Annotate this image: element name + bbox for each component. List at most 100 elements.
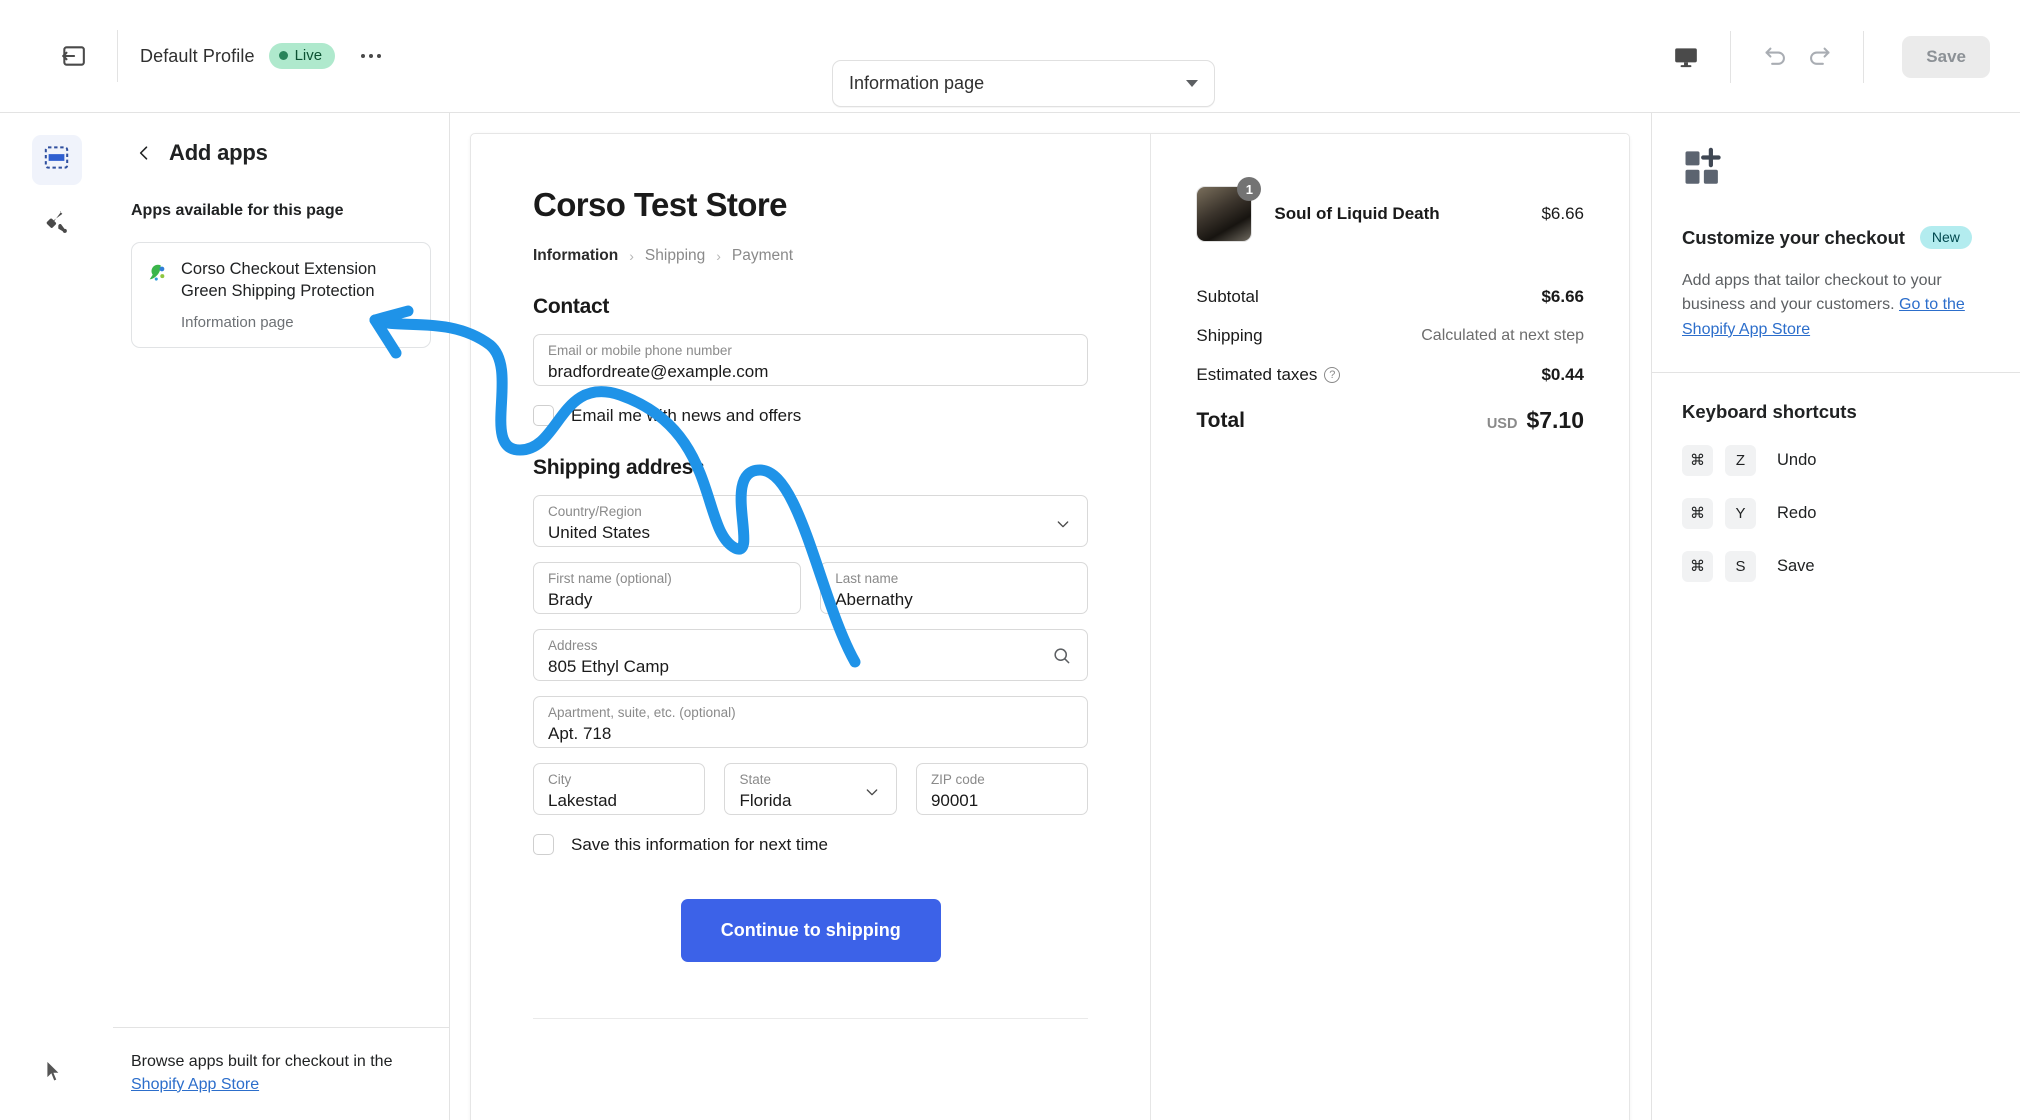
zip-code-value: 90001 (931, 790, 1073, 811)
country-region-value: United States (548, 522, 1073, 543)
address-field[interactable]: Address 805 Ethyl Camp (533, 629, 1088, 681)
paintbrush-icon (43, 210, 70, 242)
country-region-label: Country/Region (548, 504, 1073, 520)
status-badge-label: Live (295, 47, 323, 64)
summary-row-total: Total USD $7.10 (1196, 407, 1584, 434)
panel-header: Add apps (113, 113, 449, 166)
redo-icon[interactable] (1797, 37, 1841, 77)
save-info-row: Save this information for next time (533, 834, 1088, 855)
state-field[interactable]: State Florida (724, 763, 896, 815)
save-info-checkbox[interactable] (533, 834, 554, 855)
summary-row-shipping: Shipping Calculated at next step (1196, 326, 1584, 346)
rail-item-sections[interactable] (32, 135, 82, 185)
customize-body: Add apps that tailor checkout to your bu… (1682, 269, 1990, 342)
city-label: City (548, 772, 690, 788)
breadcrumb-payment[interactable]: Payment (732, 247, 793, 265)
sections-layout-icon (43, 144, 70, 176)
save-info-label: Save this information for next time (571, 835, 828, 855)
apartment-field[interactable]: Apartment, suite, etc. (optional) Apt. 7… (533, 696, 1088, 748)
address-label: Address (548, 638, 1073, 654)
city-field[interactable]: City Lakestad (533, 763, 705, 815)
key-command-icon: ⌘ (1682, 445, 1713, 476)
checkout-frame: Corso Test Store Information › Shipping … (470, 133, 1630, 1120)
shopify-app-store-link[interactable]: Shopify App Store (131, 1076, 259, 1093)
question-mark-icon[interactable]: ? (1324, 367, 1340, 383)
undo-icon[interactable] (1753, 37, 1797, 77)
top-bar: Default Profile Live Information page (0, 0, 2020, 113)
rail-item-appearance[interactable] (32, 201, 82, 251)
breadcrumb: Information › Shipping › Payment (533, 247, 1088, 265)
breadcrumb-shipping[interactable]: Shipping (645, 247, 705, 265)
page-selector-value: Information page (849, 73, 984, 94)
save-button[interactable]: Save (1902, 36, 1990, 78)
shortcut-label-redo: Redo (1777, 504, 1816, 523)
store-title: Corso Test Store (533, 186, 1088, 224)
news-offers-row: Email me with news and offers (533, 405, 1088, 426)
toolbar-divider-2 (1730, 31, 1731, 83)
last-name-label: Last name (835, 571, 1073, 587)
app-card-text: Corso Checkout Extension Green Shipping … (181, 259, 376, 331)
total-label: Total (1196, 409, 1245, 433)
shortcut-label-save: Save (1777, 557, 1815, 576)
zip-code-field[interactable]: ZIP code 90001 (916, 763, 1088, 815)
chevron-left-icon[interactable] (131, 140, 157, 166)
taxes-value: $0.44 (1541, 365, 1584, 385)
email-field-value: bradfordreate@example.com (548, 361, 1073, 382)
toolbar-divider (117, 30, 118, 82)
search-icon[interactable] (1052, 646, 1071, 670)
chevron-down-icon (864, 784, 880, 805)
product-name: Soul of Liquid Death (1274, 204, 1519, 224)
total-currency: USD (1487, 416, 1518, 432)
email-field[interactable]: Email or mobile phone number bradfordrea… (533, 334, 1088, 386)
contact-heading: Contact (533, 295, 1088, 319)
key-z: Z (1725, 445, 1756, 476)
shipping-value: Calculated at next step (1421, 327, 1584, 345)
breadcrumb-separator-icon-2: › (716, 248, 721, 264)
app-card-corso-checkout-extension[interactable]: Corso Checkout Extension Green Shipping … (131, 242, 431, 348)
state-label: State (739, 772, 881, 788)
city-state-zip-row: City Lakestad State Florida ZIP code 900… (533, 748, 1088, 815)
key-command-icon-2: ⌘ (1682, 498, 1713, 529)
new-badge: New (1920, 226, 1972, 249)
customize-title: Customize your checkout (1682, 227, 1905, 249)
first-name-label: First name (optional) (548, 571, 786, 587)
page-title: Add apps (169, 140, 268, 166)
checkout-form-column: Corso Test Store Information › Shipping … (471, 134, 1150, 1120)
product-thumbnail-wrapper: 1 (1196, 186, 1252, 242)
shortcut-row-undo: ⌘ Z Undo (1682, 445, 1990, 476)
shortcut-row-save: ⌘ S Save (1682, 551, 1990, 582)
total-amount: $7.10 (1526, 407, 1584, 433)
last-name-value: Abernathy (835, 589, 1073, 610)
breadcrumb-information[interactable]: Information (533, 247, 618, 265)
corso-leaf-icon (146, 262, 168, 284)
shortcut-row-redo: ⌘ Y Redo (1682, 498, 1990, 529)
city-value: Lakestad (548, 790, 690, 811)
news-offers-label: Email me with news and offers (571, 406, 801, 426)
shipping-address-heading: Shipping address (533, 456, 1088, 480)
exit-to-app-icon[interactable] (51, 34, 95, 78)
first-name-field[interactable]: First name (optional) Brady (533, 562, 801, 614)
email-field-label: Email or mobile phone number (548, 343, 1073, 359)
key-command-icon-3: ⌘ (1682, 551, 1713, 582)
cta-wrapper: Continue to shipping (533, 899, 1088, 962)
panel-divider (1652, 372, 2020, 373)
page-selector[interactable]: Information page (832, 60, 1215, 107)
summary-row-subtotal: Subtotal $6.66 (1196, 287, 1584, 307)
checkout-preview-canvas: Corso Test Store Information › Shipping … (450, 113, 1651, 1120)
news-offers-checkbox[interactable] (533, 405, 554, 426)
product-price: $6.66 (1541, 204, 1584, 224)
chevron-down-icon (1055, 516, 1071, 537)
continue-to-shipping-button[interactable]: Continue to shipping (681, 899, 941, 962)
ellipsis-icon[interactable] (353, 40, 389, 72)
icon-rail (0, 113, 113, 1120)
country-region-field[interactable]: Country/Region United States (533, 495, 1088, 547)
order-summary-column: 1 Soul of Liquid Death $6.66 Subtotal $6… (1150, 134, 1629, 1120)
name-row: First name (optional) Brady Last name Ab… (533, 547, 1088, 614)
customize-title-row: Customize your checkout New (1682, 226, 1990, 249)
last-name-field[interactable]: Last name Abernathy (820, 562, 1088, 614)
desktop-preview-icon[interactable] (1664, 37, 1708, 77)
top-bar-actions: Save (1664, 0, 1990, 113)
breadcrumb-separator-icon: › (629, 248, 634, 264)
app-card-page: Information page (181, 314, 376, 331)
state-value: Florida (739, 790, 881, 811)
